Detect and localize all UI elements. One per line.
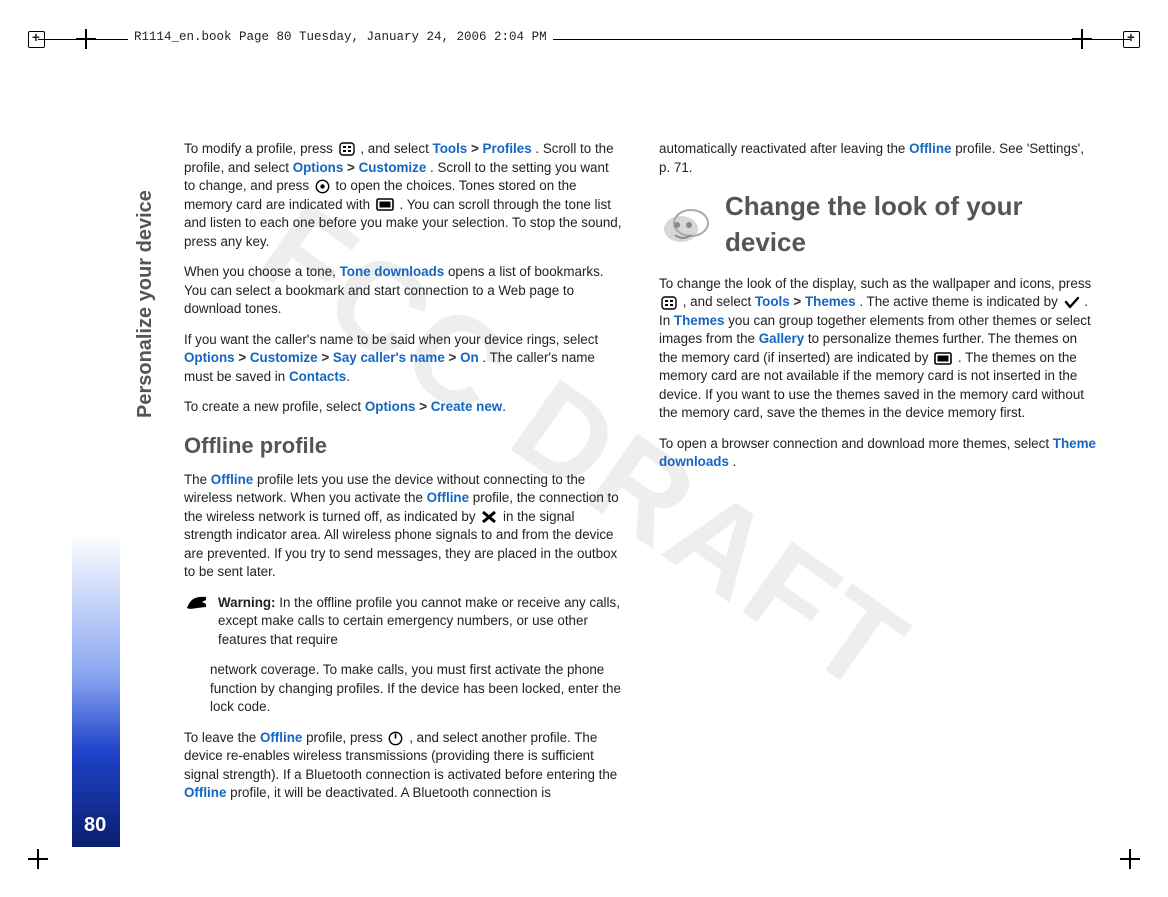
crop-cross-icon xyxy=(1072,29,1092,49)
crop-cross-icon xyxy=(28,849,48,869)
paragraph: To modify a profile, press , and select … xyxy=(184,140,623,251)
section-side-label: Personalize your device xyxy=(134,190,157,418)
crop-header-text: R1114_en.book Page 80 Tuesday, January 2… xyxy=(128,30,553,44)
menu-key-icon xyxy=(661,296,677,310)
no-signal-icon xyxy=(481,510,497,524)
warning-block: Warning: In the offline profile you cann… xyxy=(184,594,623,650)
warning-label: Warning: xyxy=(218,595,276,610)
page-number: 80 xyxy=(84,814,106,837)
crop-cross-icon xyxy=(1120,849,1140,869)
paragraph: To open a browser connection and downloa… xyxy=(659,435,1098,472)
paragraph: To change the look of the display, such … xyxy=(659,275,1098,423)
paragraph: If you want the caller's name to be said… xyxy=(184,331,623,387)
heading-change-look: Change the look of your device xyxy=(659,189,1098,261)
paragraph: When you choose a tone, Tone downloads o… xyxy=(184,263,623,319)
checkmark-icon xyxy=(1064,296,1079,309)
scroll-key-icon xyxy=(315,179,330,194)
paragraph: To create a new profile, select Options … xyxy=(184,398,623,417)
page-spine-gradient xyxy=(72,60,120,847)
memory-card-icon xyxy=(934,352,952,365)
themes-section-icon xyxy=(661,205,709,245)
warning-icon xyxy=(186,594,208,612)
power-key-icon xyxy=(388,731,403,746)
warning-text: In the offline profile you cannot make o… xyxy=(218,595,620,647)
crop-target-icon: + xyxy=(1123,31,1140,48)
heading-offline-profile: Offline profile xyxy=(184,431,623,461)
paragraph: The Offline profile lets you use the dev… xyxy=(184,471,623,582)
warning-continuation: network coverage. To make calls, you mus… xyxy=(184,661,623,717)
menu-key-icon xyxy=(339,142,355,156)
crop-header: + + R1114_en.book Page 80 Tuesday, Janua… xyxy=(28,28,1140,52)
page-body: To modify a profile, press , and select … xyxy=(184,140,1098,817)
crop-cross-icon xyxy=(76,29,96,49)
memory-card-icon xyxy=(376,198,394,211)
crop-target-icon: + xyxy=(28,31,45,48)
